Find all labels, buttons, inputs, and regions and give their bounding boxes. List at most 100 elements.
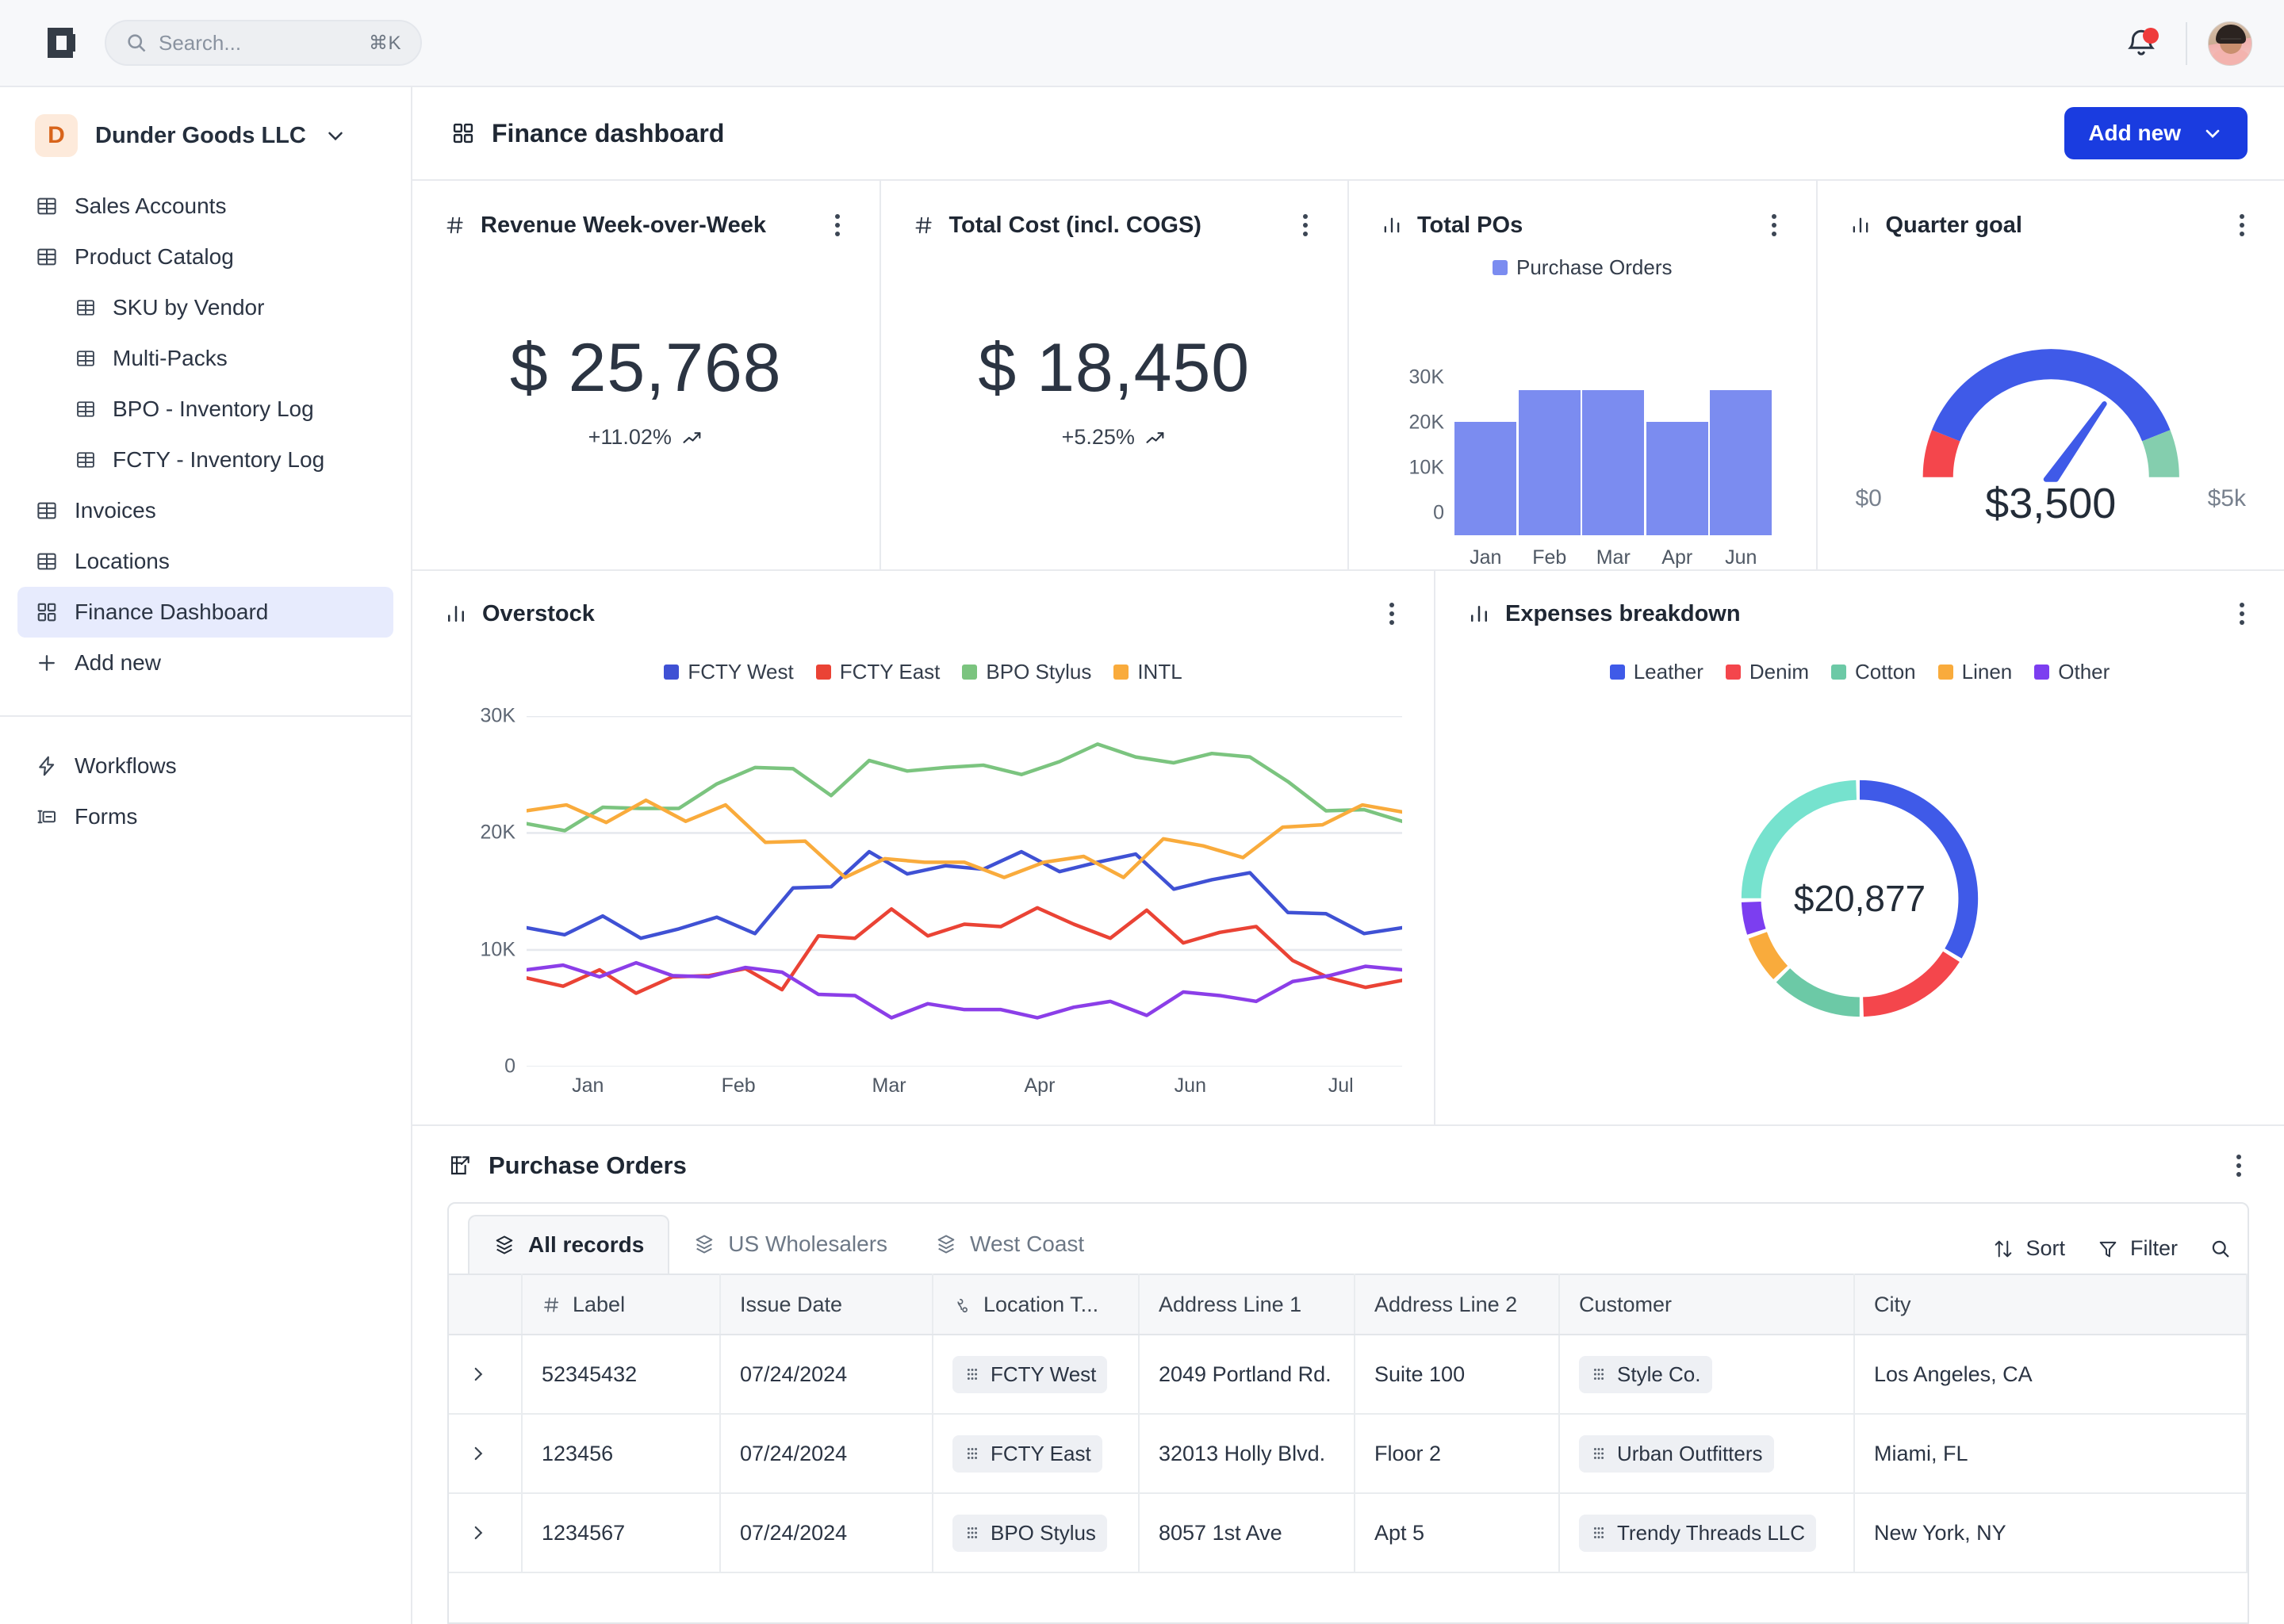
overstock-svg [527, 714, 1402, 1068]
legend-item[interactable]: Other [2034, 660, 2110, 684]
legend-swatch [1609, 665, 1625, 680]
card-menu-button[interactable] [1382, 598, 1402, 630]
cell-customer[interactable]: Urban Outfitters [1559, 1414, 1855, 1494]
legend-item[interactable]: INTL [1113, 660, 1182, 684]
cell-city[interactable]: Los Angeles, CA [1854, 1335, 2248, 1415]
location-chip[interactable]: FCTY East [952, 1434, 1102, 1473]
table-row[interactable]: 1234567 07/24/2024 BPO Stylus 8057 1st Ave A… [449, 1493, 2248, 1573]
cell-address-line-2[interactable]: Apt 5 [1355, 1493, 1560, 1573]
sidebar-item-add-new[interactable]: Add new [17, 638, 393, 688]
bar-column[interactable]: Mar [1582, 297, 1645, 569]
legend-item[interactable]: Leather [1609, 660, 1703, 684]
card-menu-button[interactable] [1764, 209, 1784, 241]
add-new-button[interactable]: Add new [2064, 107, 2248, 159]
cell-label[interactable]: 52345432 [522, 1335, 721, 1415]
cell-label[interactable]: 123456 [522, 1414, 721, 1494]
customer-chip[interactable]: Trendy Threads LLC [1579, 1514, 1817, 1552]
legend-item[interactable]: Cotton [1831, 660, 1916, 684]
cell-location[interactable]: FCTY West [933, 1335, 1140, 1415]
bar-column[interactable]: Jan [1454, 297, 1517, 569]
cell-address-line-1[interactable]: 8057 1st Ave [1139, 1493, 1355, 1573]
top-bar: Search... ⌘K [0, 0, 2284, 87]
bolt-icon [35, 754, 59, 778]
tab-west-coast[interactable]: West Coast [911, 1215, 1108, 1274]
cell-address-line-1[interactable]: 2049 Portland Rd. [1139, 1335, 1355, 1415]
card-menu-button[interactable] [2232, 209, 2252, 241]
expand-row-button[interactable] [449, 1414, 523, 1494]
sidebar-item-forms[interactable]: Forms [17, 791, 393, 842]
legend-swatch [962, 665, 978, 680]
table-row[interactable]: 123456 07/24/2024 FCTY East 32013 Holly Blv… [449, 1414, 2248, 1494]
cell-issue-date[interactable]: 07/24/2024 [720, 1414, 933, 1494]
avatar[interactable] [2208, 21, 2252, 66]
sidebar-item-sku-by-vendor[interactable]: SKU by Vendor [17, 282, 393, 333]
sidebar-item-bpo-inventory-log[interactable]: BPO - Inventory Log [17, 384, 393, 435]
legend-item[interactable]: BPO Stylus [962, 660, 1091, 684]
cell-city[interactable]: New York, NY [1854, 1493, 2248, 1573]
cell-location[interactable]: FCTY East [933, 1414, 1140, 1494]
cell-issue-date[interactable]: 07/24/2024 [720, 1493, 933, 1573]
sidebar-item-sales-accounts[interactable]: Sales Accounts [17, 181, 393, 232]
customer-chip[interactable]: Urban Outfitters [1579, 1434, 1774, 1473]
legend-label: INTL [1137, 660, 1182, 684]
sort-button[interactable]: Sort [1992, 1236, 2065, 1261]
bar-column[interactable]: Feb [1518, 297, 1581, 569]
app-logo-icon[interactable] [48, 25, 82, 60]
sidebar-item-finance-dashboard[interactable]: Finance Dashboard [17, 587, 393, 638]
cell-city[interactable]: Miami, FL [1854, 1414, 2248, 1494]
bar-column[interactable]: Jun [1710, 297, 1772, 569]
location-chip[interactable]: BPO Stylus [952, 1514, 1107, 1552]
card-menu-button[interactable] [2232, 598, 2252, 630]
cell-issue-date[interactable]: 07/24/2024 [720, 1335, 933, 1415]
cell-location[interactable]: BPO Stylus [933, 1493, 1140, 1573]
notifications-button[interactable] [2117, 20, 2165, 67]
filter-button[interactable]: Filter [2097, 1236, 2178, 1261]
cell-address-line-2[interactable]: Suite 100 [1355, 1335, 1560, 1415]
table-row[interactable]: 52345432 07/24/2024 FCTY West 2049 Portland… [449, 1335, 2248, 1415]
cell-label[interactable]: 1234567 [522, 1493, 721, 1573]
expand-row-button[interactable] [449, 1493, 523, 1573]
grid-search-button[interactable] [2209, 1238, 2232, 1260]
bar-column[interactable]: Apr [1646, 297, 1708, 569]
tab-us-wholesalers[interactable]: US Wholesalers [669, 1215, 911, 1274]
legend-item[interactable]: Purchase Orders [1492, 255, 1673, 280]
grid-grip-icon [1590, 1445, 1608, 1462]
search-input[interactable]: Search... ⌘K [105, 20, 422, 66]
column-header-address-line-2[interactable]: Address Line 2 [1355, 1274, 1560, 1335]
sidebar-item-product-catalog[interactable]: Product Catalog [17, 232, 393, 282]
cell-text: 123456 [542, 1441, 614, 1465]
card-body: $ 18,450 +5.25% [913, 241, 1316, 569]
card-menu-button[interactable] [827, 209, 848, 241]
sidebar-item-multi-packs[interactable]: Multi-Packs [17, 333, 393, 384]
legend-item[interactable]: FCTY West [664, 660, 794, 684]
column-header-issue-date[interactable]: Issue Date [720, 1274, 933, 1335]
sidebar-item-fcty-inventory-log[interactable]: FCTY - Inventory Log [17, 435, 393, 485]
column-header-city[interactable]: City [1854, 1274, 2248, 1335]
card-menu-button[interactable] [1295, 209, 1316, 241]
bar-chart-icon [1467, 602, 1491, 626]
purchase-orders-menu-button[interactable] [2228, 1150, 2249, 1182]
column-header-address-line-1[interactable]: Address Line 1 [1139, 1274, 1355, 1335]
cell-customer[interactable]: Trendy Threads LLC [1559, 1493, 1855, 1573]
cell-customer[interactable]: Style Co. [1559, 1335, 1855, 1415]
search-placeholder: Search... [159, 30, 242, 55]
legend-item[interactable]: FCTY East [815, 660, 940, 684]
cell-address-line-1[interactable]: 32013 Holly Blvd. [1139, 1414, 1355, 1494]
sidebar-item-invoices[interactable]: Invoices [17, 485, 393, 536]
sidebar-item-workflows[interactable]: Workflows [17, 741, 393, 791]
kpi-delta: +11.02% [588, 425, 703, 450]
x-tick: Feb [721, 1074, 756, 1097]
column-header-location-type[interactable]: Location T... [933, 1274, 1140, 1335]
column-header-label[interactable]: Label [522, 1274, 721, 1335]
tab-all-records[interactable]: All records [468, 1215, 670, 1274]
legend-item[interactable]: Denim [1725, 660, 1809, 684]
expand-row-button[interactable] [449, 1335, 523, 1415]
legend-item[interactable]: Linen [1937, 660, 2012, 684]
workspace-switcher[interactable]: D Dunder Goods LLC [0, 87, 411, 181]
customer-chip[interactable]: Style Co. [1579, 1355, 1712, 1393]
column-header-customer[interactable]: Customer [1559, 1274, 1855, 1335]
cell-address-line-2[interactable]: Floor 2 [1355, 1414, 1560, 1494]
x-tick: Jul [1328, 1074, 1354, 1097]
location-chip[interactable]: FCTY West [952, 1355, 1108, 1393]
sidebar-item-locations[interactable]: Locations [17, 536, 393, 587]
